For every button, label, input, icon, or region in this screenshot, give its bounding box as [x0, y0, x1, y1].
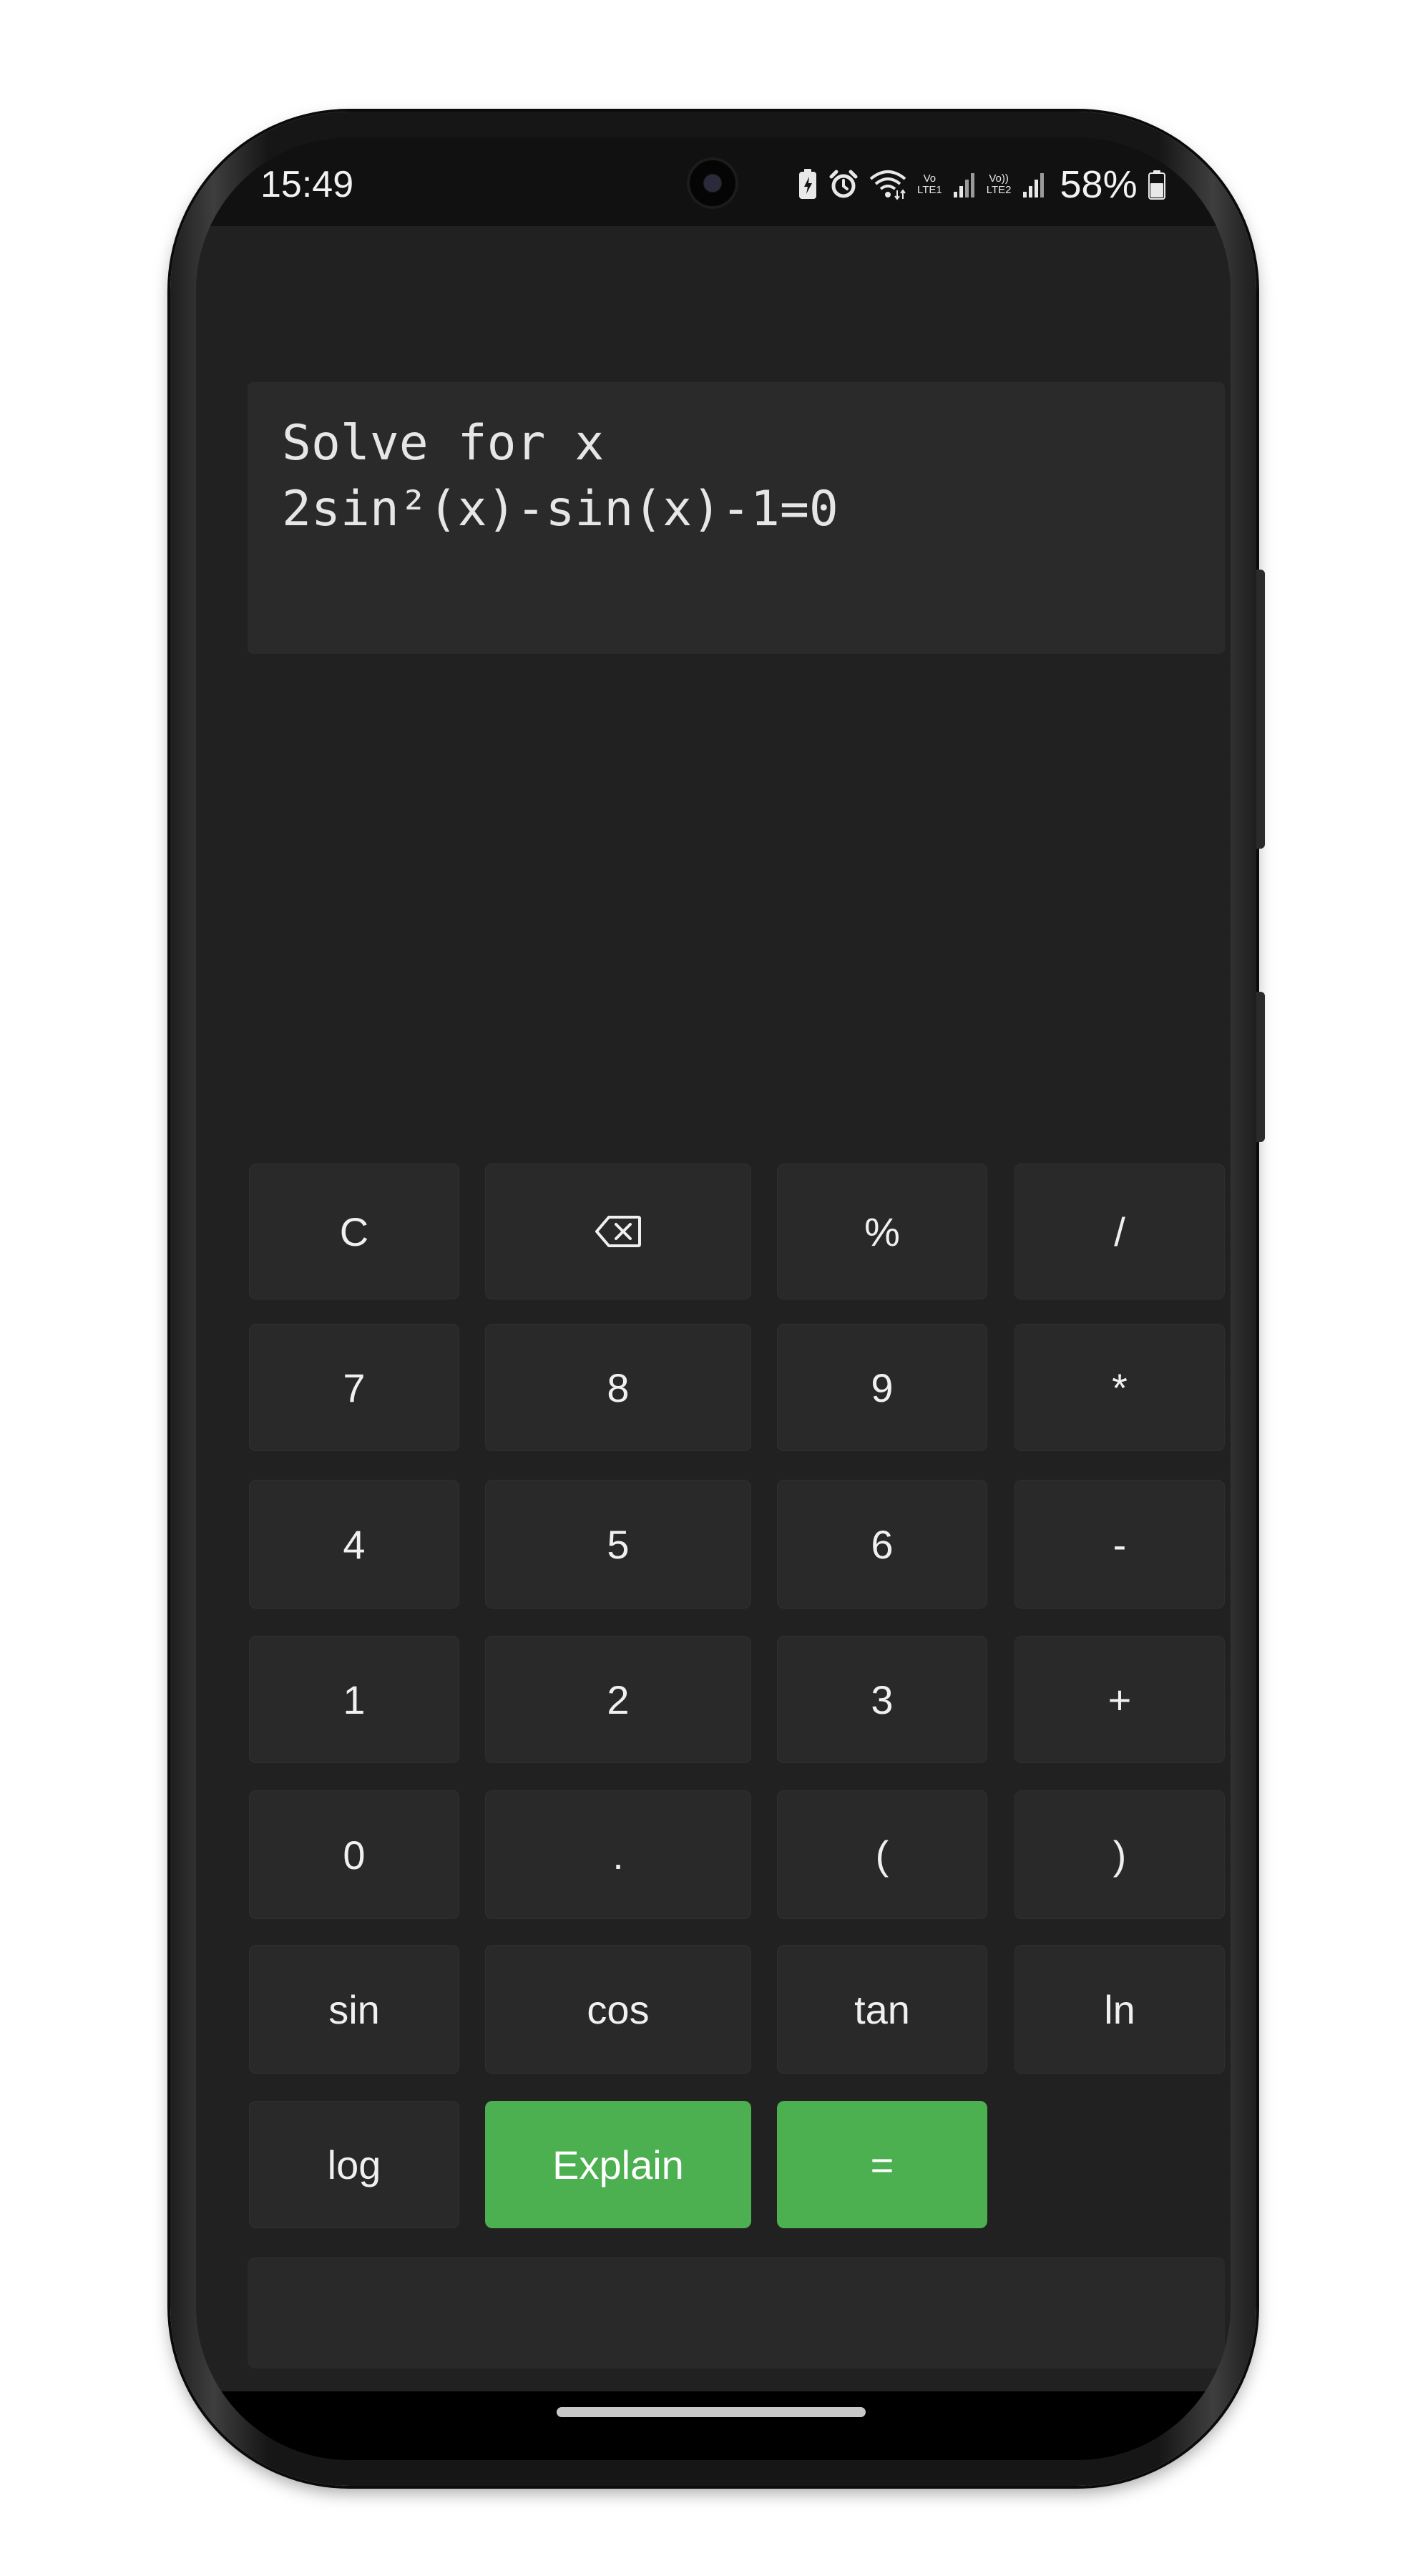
volte1-bottom: LTE1 — [917, 184, 942, 196]
expression-display: Solve for x 2sin²(x)-sin(x)-1=0 — [248, 382, 1225, 654]
volte1-top: Vo — [923, 172, 937, 185]
volte2-label: Vo)) LTE2 — [987, 173, 1012, 196]
digit-2-button[interactable]: 2 — [485, 1636, 751, 1763]
digit-3-button[interactable]: 3 — [777, 1636, 987, 1763]
wifi-icon — [869, 169, 907, 200]
display-line-expression: 2sin²(x)-sin(x)-1=0 — [282, 481, 838, 537]
volume-button — [1256, 992, 1265, 1142]
battery-percent: 58% — [1060, 163, 1138, 206]
cos-button[interactable]: cos — [485, 1945, 751, 2074]
plus-button[interactable]: + — [1014, 1636, 1225, 1763]
volte1-label: Vo LTE1 — [917, 173, 942, 196]
divide-button[interactable]: / — [1014, 1163, 1225, 1299]
alarm-icon — [828, 170, 859, 200]
front-camera-icon — [690, 160, 735, 206]
screen: 15:49 Vo LTE1 Vo)) LTE2 58% Solve for x … — [196, 137, 1231, 2460]
digit-7-button[interactable]: 7 — [249, 1324, 459, 1451]
navigation-bar — [196, 2391, 1231, 2460]
multiply-button[interactable]: * — [1014, 1324, 1225, 1451]
clear-button[interactable]: C — [249, 1163, 459, 1299]
digit-4-button[interactable]: 4 — [249, 1480, 459, 1609]
backspace-icon — [595, 1216, 641, 1247]
equals-button[interactable]: = — [777, 2101, 987, 2228]
explain-button[interactable]: Explain — [485, 2101, 751, 2228]
tan-button[interactable]: tan — [777, 1945, 987, 2074]
status-time: 15:49 — [260, 164, 354, 205]
digit-1-button[interactable]: 1 — [249, 1636, 459, 1763]
digit-9-button[interactable]: 9 — [777, 1324, 987, 1451]
signal-bars-icon — [952, 170, 977, 199]
ln-button[interactable]: ln — [1014, 1945, 1225, 2074]
power-button — [1256, 570, 1265, 849]
digit-8-button[interactable]: 8 — [485, 1324, 751, 1451]
percent-button[interactable]: % — [777, 1163, 987, 1299]
sin-button[interactable]: sin — [249, 1945, 459, 2074]
display-line-prompt: Solve for x — [282, 415, 605, 472]
digit-0-button[interactable]: 0 — [249, 1790, 459, 1919]
open-paren-button[interactable]: ( — [777, 1790, 987, 1919]
digit-5-button[interactable]: 5 — [485, 1480, 751, 1609]
decimal-point-button[interactable]: . — [485, 1790, 751, 1919]
close-paren-button[interactable]: ) — [1014, 1790, 1225, 1919]
volte2-top: Vo)) — [989, 172, 1009, 185]
signal-bars-icon — [1022, 170, 1046, 199]
status-bar: 15:49 Vo LTE1 Vo)) LTE2 58% — [196, 137, 1231, 226]
phone-frame: 15:49 Vo LTE1 Vo)) LTE2 58% Solve for x … — [170, 112, 1265, 2486]
minus-button[interactable]: - — [1014, 1480, 1225, 1609]
explanation-panel — [248, 2257, 1225, 2368]
log-button[interactable]: log — [249, 2101, 459, 2228]
battery-saver-icon — [797, 168, 818, 201]
battery-icon — [1148, 169, 1166, 200]
volte2-bottom: LTE2 — [986, 184, 1012, 196]
backspace-button[interactable] — [485, 1163, 751, 1299]
digit-6-button[interactable]: 6 — [777, 1480, 987, 1609]
home-indicator[interactable] — [557, 2407, 866, 2417]
status-icons: Vo LTE1 Vo)) LTE2 58% — [797, 163, 1166, 206]
